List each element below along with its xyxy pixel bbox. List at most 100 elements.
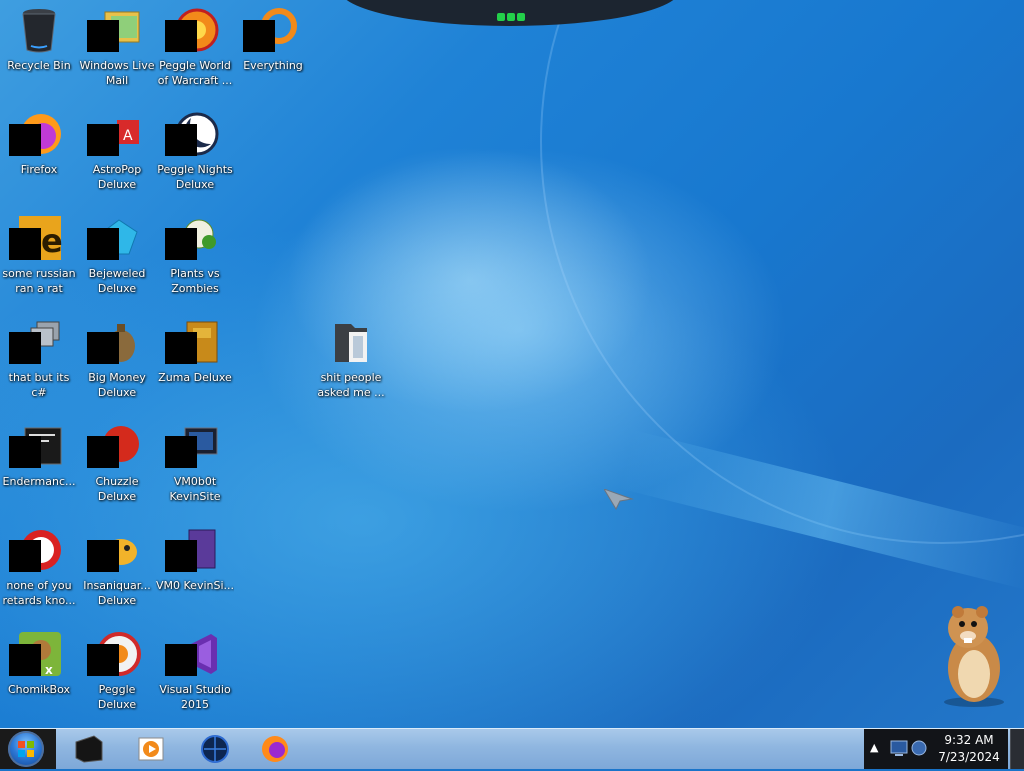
icon-label: that but its c#: [8, 371, 70, 399]
plant-icon: [165, 214, 219, 262]
redaction-box: [87, 436, 119, 468]
ie-shortcut-icon: e: [9, 214, 63, 262]
mail-envelope-icon: [87, 6, 141, 54]
fish-icon: [87, 526, 141, 574]
icon-label: Visual Studio 2015: [159, 683, 231, 711]
icon-label: some russian ran a rat: [2, 267, 76, 295]
desktop-icon-chomikbox[interactable]: x ChomikBox: [0, 626, 78, 726]
system-tray: ▲ 9:32 AM 7/23/2024: [864, 729, 1008, 769]
redaction-box: [87, 20, 119, 52]
clock-date[interactable]: 7/23/2024: [932, 750, 1006, 764]
desktop-icon-insaniquarium-deluxe[interactable]: Insaniquar... Deluxe: [78, 522, 156, 622]
clock-time[interactable]: 9:32 AM: [932, 733, 1006, 747]
desktop-icon-peggle-world-of-warcraft[interactable]: Peggle World of Warcraft ...: [156, 2, 234, 102]
desktop-icon-recycle-bin[interactable]: Recycle Bin: [0, 2, 78, 102]
desktop-icon-big-money-deluxe[interactable]: Big Money Deluxe: [78, 314, 156, 414]
zuma-icon: [165, 318, 219, 366]
desktop-icon-some-russian-ran-a-rat[interactable]: e some russian ran a rat: [0, 210, 78, 310]
redaction-box: [87, 228, 119, 260]
globe-app-icon: [201, 735, 229, 763]
wallpaper-arc: [540, 0, 1024, 544]
redaction-box: [9, 644, 41, 676]
firefox-icon: [9, 110, 63, 158]
icon-label: Peggle Deluxe: [97, 683, 137, 711]
mouse-cursor-icon: [602, 488, 634, 515]
icon-label: VM0 KevinSi...: [156, 579, 234, 592]
redaction-box: [165, 332, 197, 364]
gem-icon: [87, 214, 141, 262]
document-app-icon: [165, 526, 219, 574]
desktop-icon-vm0-kevinsite[interactable]: VM0 KevinSi...: [156, 522, 234, 622]
network-icon[interactable]: [890, 739, 928, 763]
svg-text:e: e: [41, 222, 63, 260]
desktop-icon-visual-studio-2015[interactable]: Visual Studio 2015: [156, 626, 234, 726]
icon-label: Zuma Deluxe: [158, 371, 232, 384]
desktop-icon-firefox[interactable]: Firefox: [0, 106, 78, 206]
icon-label: none of you retards kno...: [2, 579, 76, 607]
redaction-box: [9, 124, 41, 156]
start-orb-icon: [8, 731, 44, 767]
redaction-box: [243, 20, 275, 52]
icon-label: Everything: [243, 59, 303, 72]
icon-label: Firefox: [20, 163, 58, 176]
redaction-box: [9, 332, 41, 364]
folder-icon: [327, 318, 375, 366]
terminal-window-icon: [9, 422, 63, 470]
tray-expand-button[interactable]: ▲: [870, 741, 878, 754]
show-desktop-button[interactable]: [1010, 729, 1024, 769]
redaction-box: [9, 436, 41, 468]
astropop-icon: A: [87, 110, 141, 158]
icon-label: Windows Live Mail: [79, 59, 155, 87]
taskbar-media-player-button[interactable]: [124, 731, 178, 767]
redaction-box: [87, 332, 119, 364]
redaction-box: [165, 644, 197, 676]
icon-label: Big Money Deluxe: [88, 371, 146, 399]
desktop-icon-chuzzle-deluxe[interactable]: Chuzzle Deluxe: [78, 418, 156, 518]
icon-label: Endermanc...: [2, 475, 76, 488]
redaction-box: [165, 228, 197, 260]
redaction-box: [87, 540, 119, 572]
icon-label: Recycle Bin: [7, 59, 71, 72]
everything-search-icon: [243, 6, 297, 54]
desktop-icon-peggle-deluxe[interactable]: Peggle Deluxe: [78, 626, 156, 726]
desktop-icon-peggle-nights-deluxe[interactable]: Peggle Nights Deluxe: [156, 106, 234, 206]
desktop-icon-windows-live-mail[interactable]: Windows Live Mail: [78, 2, 156, 102]
terminal-icon: [75, 735, 103, 763]
taskbar-firefox-button[interactable]: [248, 731, 302, 767]
taskbar-globe-button[interactable]: [188, 731, 242, 767]
taskbar-terminal-button[interactable]: [62, 731, 116, 767]
start-button[interactable]: [0, 729, 56, 769]
desktop-icon-endermanch[interactable]: Endermanc...: [0, 418, 78, 518]
peggle-nights-icon: [165, 110, 219, 158]
desktop-icon-bejeweled-deluxe[interactable]: Bejeweled Deluxe: [78, 210, 156, 310]
redaction-box: [165, 124, 197, 156]
icon-label: Chuzzle Deluxe: [95, 475, 139, 503]
visual-studio-icon: [165, 630, 219, 678]
icon-label: Peggle Nights Deluxe: [157, 163, 233, 191]
desktop-icon-vm0b0t-kevinsite[interactable]: VM0b0t KevinSite: [156, 418, 234, 518]
red-ring-icon: [9, 526, 63, 574]
desktop-icon-zuma-deluxe[interactable]: Zuma Deluxe: [156, 314, 234, 414]
desktop-icon-everything[interactable]: Everything: [234, 2, 312, 102]
redaction-box: [9, 228, 41, 260]
redaction-box: [87, 124, 119, 156]
desktop-icon-shit-people-asked-me[interactable]: shit people asked me ...: [312, 314, 390, 414]
redaction-box: [165, 436, 197, 468]
redaction-box: [165, 540, 197, 572]
svg-text:x: x: [45, 663, 53, 677]
icon-label: ChomikBox: [8, 683, 70, 696]
svg-text:A: A: [123, 128, 133, 144]
media-player-icon: [138, 737, 164, 761]
hamster-desktop-pet[interactable]: [934, 602, 1014, 712]
money-bag-icon: [87, 318, 141, 366]
recycle-bin-icon: [15, 6, 63, 54]
desktop-icon-none-of-you[interactable]: none of you retards kno...: [0, 522, 78, 622]
chomikbox-icon: x: [9, 630, 63, 678]
gadget-indicator-lights: [497, 6, 527, 25]
peggle-wow-icon: [165, 6, 219, 54]
taskbar: ▲ 9:32 AM 7/23/2024: [0, 728, 1024, 769]
desktop-icon-that-but-its-csharp[interactable]: that but its c#: [0, 314, 78, 414]
desktop-icon-plants-vs-zombies[interactable]: Plants vs Zombies: [156, 210, 234, 310]
desktop-icon-astropop-deluxe[interactable]: A AstroPop Deluxe: [78, 106, 156, 206]
icon-label: AstroPop Deluxe: [92, 163, 142, 191]
